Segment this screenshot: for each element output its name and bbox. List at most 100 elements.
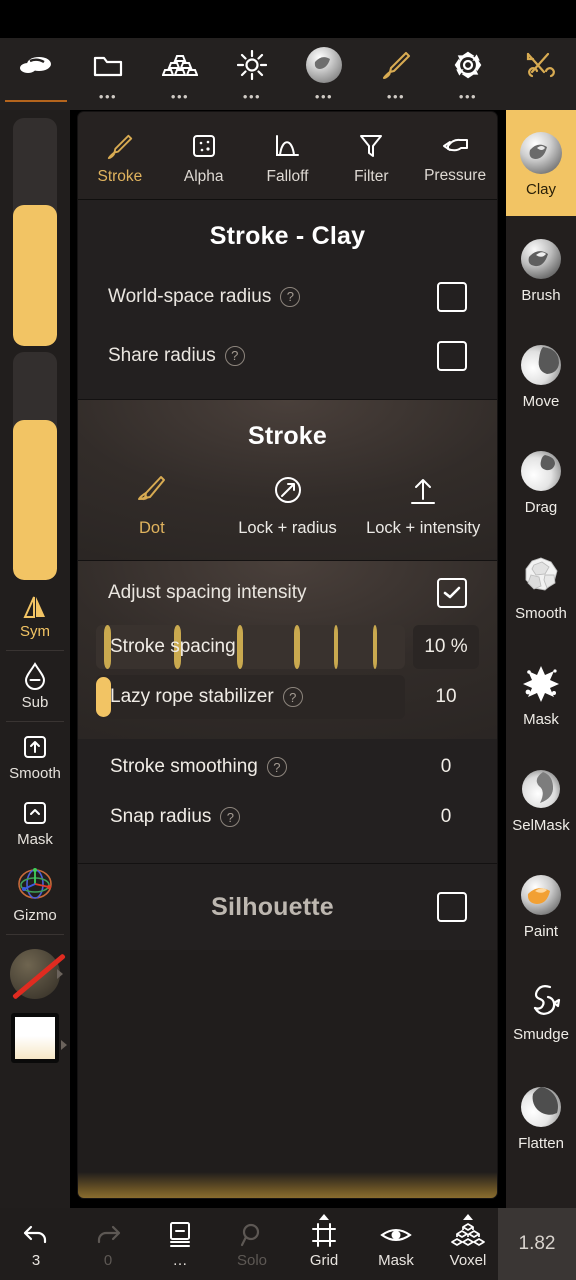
section-stroke-title: Stroke — [247, 422, 327, 450]
color-swatch-wrap — [0, 1005, 70, 1063]
stroke-spacing-slider[interactable]: Stroke spacing — [96, 625, 405, 669]
tab-stroke[interactable]: Stroke — [78, 112, 162, 199]
smooth-label: Smooth — [9, 765, 61, 782]
mask-toggle-button[interactable]: Mask — [360, 1208, 432, 1280]
voxel-submenu-caret-icon[interactable] — [463, 1214, 473, 1220]
stroke-smoothing-row[interactable]: Stroke smoothing ? 0 — [78, 745, 497, 789]
undo-count: 3 — [31, 1251, 41, 1269]
brush-brush[interactable]: Brush — [506, 216, 576, 322]
topbar-settings[interactable]: ••• — [432, 38, 504, 110]
voxel-button[interactable]: Voxel — [432, 1208, 504, 1280]
topbar-material[interactable]: ••• — [288, 38, 360, 110]
tab-falloff-label: Falloff — [266, 167, 309, 185]
brush-mask[interactable]: Mask — [506, 640, 576, 746]
mode-lock-radius[interactable]: Lock + radius — [220, 473, 356, 538]
redo-count: 0 — [103, 1251, 113, 1269]
color-expand-caret-icon[interactable] — [61, 1039, 67, 1050]
intensity-slider-fill — [13, 420, 57, 580]
topbar-layers[interactable]: ••• — [144, 38, 216, 110]
stroke-spacing-label: Stroke spacing — [110, 636, 236, 657]
brush-clay[interactable]: Clay — [506, 110, 576, 216]
tab-filter[interactable]: Filter — [329, 112, 413, 199]
material-swatch[interactable] — [4, 943, 66, 1005]
topbar-lighting[interactable]: ••• — [216, 38, 288, 110]
paintbrush-icon — [381, 49, 411, 81]
silhouette-row[interactable]: Silhouette — [78, 864, 497, 950]
brush-paint[interactable]: Paint — [506, 852, 576, 958]
brush-smooth[interactable]: Smooth — [506, 534, 576, 640]
world-space-radius-row[interactable]: World-space radius ? — [78, 267, 497, 326]
topbar-files-dots: ••• — [98, 89, 118, 104]
brush-flatten-label: Flatten — [518, 1134, 564, 1152]
droplet-minus-icon — [21, 661, 49, 691]
adjust-spacing-intensity-row[interactable]: Adjust spacing intensity — [78, 561, 497, 625]
rail-divider-3 — [6, 934, 64, 935]
layers-button[interactable]: … — [144, 1208, 216, 1280]
tab-falloff[interactable]: Falloff — [246, 112, 330, 199]
gizmo-button[interactable]: Gizmo — [0, 856, 70, 932]
snap-radius-value[interactable]: 0 — [413, 795, 479, 839]
mode-dot-label: Dot — [138, 519, 165, 537]
silhouette-checkbox[interactable] — [437, 892, 467, 922]
brush-move[interactable]: Move — [506, 322, 576, 428]
grid-button[interactable]: Grid — [288, 1208, 360, 1280]
sub-button[interactable]: Sub — [0, 653, 70, 719]
tab-alpha[interactable]: Alpha — [162, 112, 246, 199]
solo-button[interactable]: Solo — [216, 1208, 288, 1280]
topbar-files[interactable]: ••• — [72, 38, 144, 110]
undo-button[interactable]: 3 — [0, 1208, 72, 1280]
help-icon[interactable]: ? — [224, 345, 245, 366]
share-radius-checkbox[interactable] — [437, 340, 467, 371]
brush-brush-label: Brush — [521, 286, 561, 304]
snap-radius-slider[interactable]: Snap radius ? — [96, 795, 405, 839]
brush-smooth-label: Smooth — [515, 604, 567, 622]
brush-smudge[interactable]: Smudge — [506, 958, 576, 1064]
silhouette-title: Silhouette — [211, 892, 334, 921]
help-icon[interactable]: ? — [220, 807, 241, 827]
share-radius-row[interactable]: Share radius ? — [78, 326, 497, 385]
radius-slider[interactable] — [13, 118, 57, 346]
brush-drag[interactable]: Drag — [506, 428, 576, 534]
pebbles-icon — [18, 49, 54, 81]
redo-button[interactable]: 0 — [72, 1208, 144, 1280]
help-icon[interactable]: ? — [266, 757, 287, 777]
brush-selmask[interactable]: SelMask — [506, 746, 576, 852]
color-swatch[interactable] — [11, 1013, 59, 1063]
wrench-screwdriver-icon — [524, 49, 556, 81]
lazy-rope-stabilizer-row[interactable]: Lazy rope stabilizer ? 10 — [78, 675, 497, 719]
lazy-rope-stabilizer-value[interactable]: 10 — [413, 675, 479, 719]
stroke-spacing-value[interactable]: 10 % — [413, 625, 479, 669]
move-ball-icon — [517, 341, 565, 389]
stroke-spacing-row[interactable]: Stroke spacing 10 % — [78, 625, 497, 669]
adjust-spacing-intensity-checkbox[interactable] — [437, 578, 467, 608]
hand-pressure-icon — [439, 133, 471, 159]
help-icon[interactable]: ? — [280, 286, 301, 307]
solo-label: Solo — [236, 1251, 268, 1269]
brush-selmask-label: SelMask — [512, 816, 570, 834]
tab-pressure[interactable]: Pressure — [413, 112, 497, 199]
intensity-slider[interactable] — [13, 352, 57, 580]
mode-lock-radius-label: Lock + radius — [238, 519, 337, 537]
help-icon[interactable]: ? — [282, 687, 303, 707]
brush-clay-label: Clay — [525, 180, 556, 198]
material-expand-caret-icon[interactable] — [57, 969, 63, 980]
topbar-brush[interactable]: ••• — [360, 38, 432, 110]
smooth-button[interactable]: Smooth — [0, 724, 70, 790]
stroke-smoothing-label: Stroke smoothing — [110, 756, 258, 777]
stroke-smoothing-slider[interactable]: Stroke smoothing ? — [96, 745, 405, 789]
mode-lock-intensity-label: Lock + intensity — [366, 519, 481, 537]
sym-label: Sym — [20, 623, 50, 640]
topbar-scene[interactable] — [0, 38, 72, 110]
stroke-smoothing-value[interactable]: 0 — [413, 745, 479, 789]
sym-button[interactable]: Sym — [0, 586, 70, 648]
mode-lock-intensity[interactable]: Lock + intensity — [355, 473, 491, 538]
topbar-tools[interactable] — [504, 38, 576, 110]
sphere-icon — [301, 47, 347, 83]
world-space-radius-checkbox[interactable] — [437, 281, 467, 312]
grid-submenu-caret-icon[interactable] — [319, 1214, 329, 1220]
brush-flatten[interactable]: Flatten — [506, 1064, 576, 1170]
snap-radius-row[interactable]: Snap radius ? 0 — [78, 795, 497, 839]
mask-button[interactable]: Mask — [0, 790, 70, 856]
lazy-rope-stabilizer-slider[interactable]: Lazy rope stabilizer ? — [96, 675, 405, 719]
mode-dot[interactable]: Dot — [84, 473, 220, 538]
